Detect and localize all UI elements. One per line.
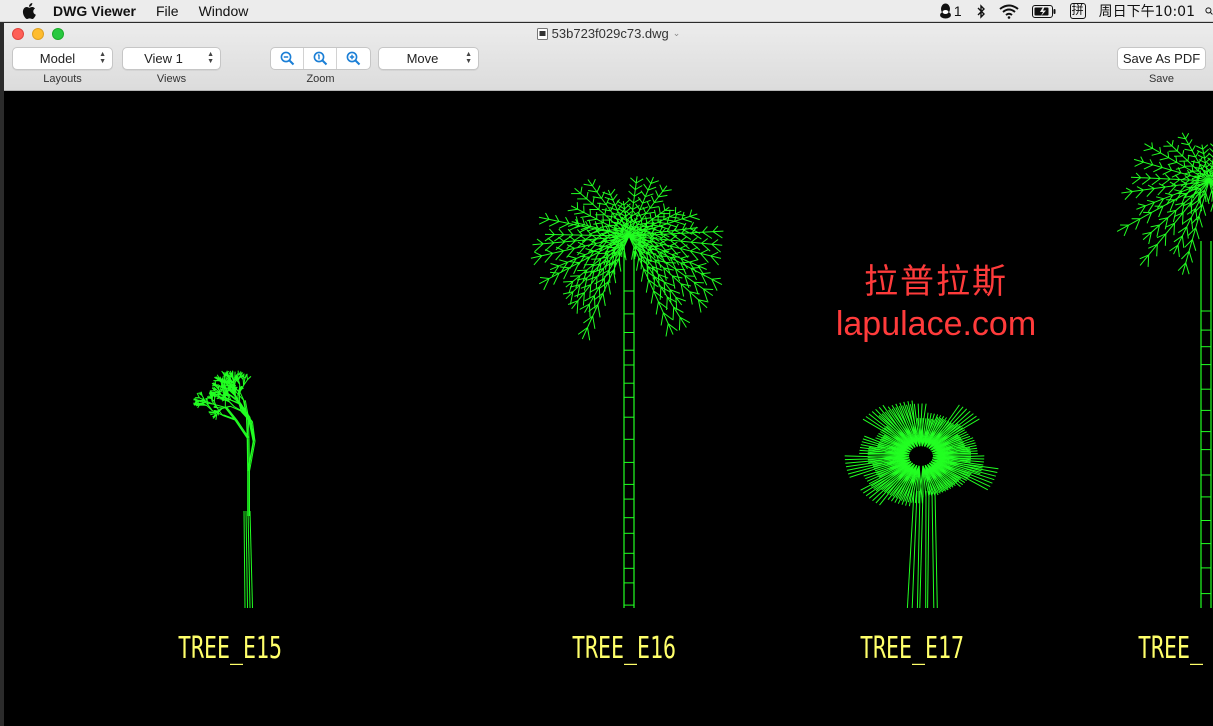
- views-group: View 1 ▲ ▼ Views: [122, 47, 221, 85]
- watermark-url: lapulace.com: [835, 305, 1037, 343]
- document-icon: [536, 27, 548, 40]
- menu-bar: DWG Viewer File Window 1 拼 周日下午10:01: [0, 0, 1213, 22]
- input-method[interactable]: 拼: [1069, 3, 1086, 19]
- tree-e16-drawing: [530, 176, 724, 608]
- wifi-icon[interactable]: [999, 4, 1019, 19]
- tree-label-e16: TREE_E16: [572, 631, 677, 666]
- zoom-in-button[interactable]: [337, 48, 370, 69]
- zoom-out-button[interactable]: [271, 48, 304, 69]
- menu-window[interactable]: Window: [199, 3, 249, 19]
- zoom-actual-icon: [313, 51, 327, 66]
- watermark-chinese: 拉普拉斯: [864, 262, 1008, 302]
- tree-label-e17: TREE_E17: [860, 631, 965, 666]
- layouts-value: Model: [39, 51, 76, 66]
- save-group: Save As PDF Save: [1117, 47, 1206, 85]
- input-method-badge: 拼: [1069, 3, 1086, 19]
- layouts-popup[interactable]: Model ▲ ▼: [12, 47, 113, 70]
- drawing-canvas[interactable]: 拉普拉斯 lapulace.com TREE_E15 TREE_E16 TREE…: [4, 91, 1213, 726]
- updown-arrows-icon: ▲ ▼: [99, 51, 106, 65]
- document-title-text: 53b723f029c73.dwg: [551, 26, 669, 41]
- tool-group: Move ▲ ▼: [378, 47, 479, 70]
- qq-penguin-icon: [939, 3, 951, 19]
- spotlight-icon[interactable]: [1205, 4, 1213, 18]
- qq-count: 1: [953, 3, 962, 19]
- watermark: 拉普拉斯 lapulace.com: [816, 254, 1056, 344]
- tree-e18-partial-drawing: [1116, 132, 1213, 608]
- updown-arrows-icon: ▲ ▼: [207, 51, 214, 65]
- tool-value: Move: [406, 51, 439, 66]
- document-title[interactable]: 53b723f029c73.dwg ⌄: [4, 26, 1213, 41]
- zoom-segmented-control: [270, 47, 371, 70]
- tool-popup[interactable]: Move ▲ ▼: [378, 47, 479, 70]
- menu-file[interactable]: File: [156, 3, 179, 19]
- layouts-caption: Layouts: [43, 73, 82, 85]
- tree-e15-drawing: [193, 370, 256, 609]
- menubar-clock[interactable]: 周日下午10:01: [1099, 1, 1195, 21]
- zoom-out-icon: [280, 51, 294, 66]
- zoom-in-icon: [346, 51, 361, 66]
- title-chevron-icon[interactable]: ⌄: [673, 28, 681, 39]
- apple-menu-icon[interactable]: [19, 2, 39, 19]
- tree-label-e15: TREE_E15: [178, 631, 283, 666]
- battery-icon[interactable]: [1031, 4, 1056, 18]
- title-toolbar: 53b723f029c73.dwg ⌄ Model ▲ ▼ Layouts Vie…: [4, 23, 1213, 91]
- updown-arrows-icon: ▲ ▼: [465, 51, 472, 65]
- zoom-caption: Zoom: [306, 73, 335, 85]
- save-caption: Save: [1148, 73, 1175, 85]
- menu-app-name[interactable]: DWG Viewer: [53, 3, 136, 19]
- tree-label-e18-partial: TREE_: [1138, 631, 1204, 666]
- views-caption: Views: [156, 73, 187, 85]
- tree-e17-drawing: [844, 400, 999, 609]
- views-popup[interactable]: View 1 ▲ ▼: [122, 47, 221, 70]
- qq-status[interactable]: 1: [939, 3, 962, 19]
- zoom-group: Zoom: [270, 47, 371, 85]
- zoom-actual-button[interactable]: [304, 48, 337, 69]
- views-value: View 1: [144, 51, 183, 66]
- layouts-group: Model ▲ ▼ Layouts: [12, 47, 113, 85]
- save-as-pdf-button[interactable]: Save As PDF: [1117, 47, 1206, 70]
- dwg-viewer-window: 53b723f029c73.dwg ⌄ Model ▲ ▼ Layouts Vie…: [4, 23, 1213, 726]
- bluetooth-icon[interactable]: [976, 3, 986, 19]
